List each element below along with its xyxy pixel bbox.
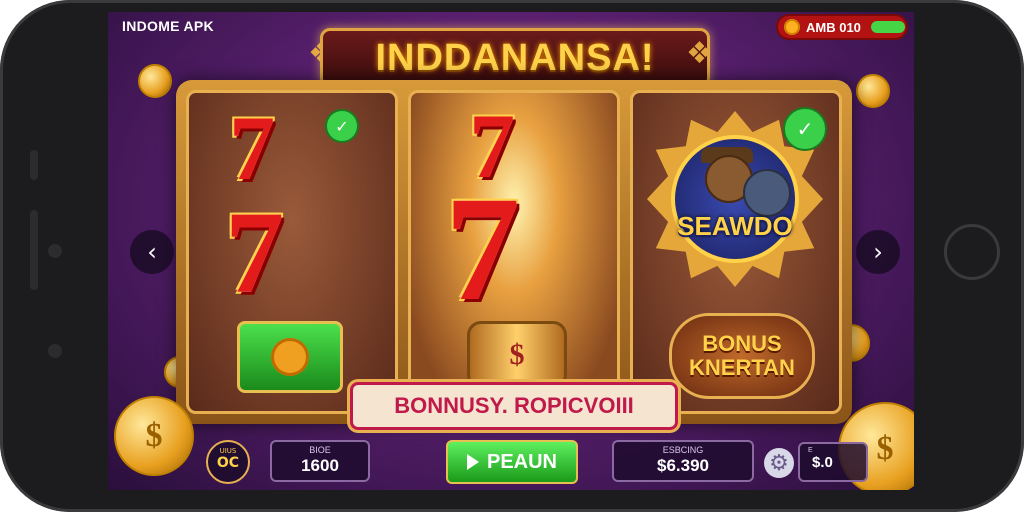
bet-label: BIOE bbox=[309, 445, 331, 455]
game-title: INDDANANSA! bbox=[375, 36, 655, 79]
cash-symbol bbox=[237, 321, 343, 393]
decor-coin bbox=[138, 64, 172, 98]
seven-symbol-big: 7 bbox=[445, 166, 520, 332]
phone-frame: INDOME APK ❖ INDDANANSA! ❖ AMB 010 7 7 ✓… bbox=[0, 0, 1024, 512]
balance-bar bbox=[870, 21, 905, 33]
app-label: INDOME APK bbox=[122, 18, 214, 34]
spin-button[interactable]: PEAUN bbox=[446, 440, 578, 484]
title-wing-right: ❖ bbox=[686, 36, 713, 71]
medal-label: SEAWDO bbox=[677, 211, 793, 241]
coin-icon bbox=[784, 19, 800, 35]
seven-symbol: 7 bbox=[225, 187, 284, 318]
round-counter: UIUS OC bbox=[206, 440, 250, 484]
credit-value: $6.390 bbox=[657, 456, 709, 475]
bet-box[interactable]: BIOE 1600 bbox=[270, 440, 370, 482]
balance-pill[interactable]: AMB 010 bbox=[776, 14, 908, 40]
gear-icon[interactable]: ⚙ bbox=[764, 448, 794, 478]
reel-left: 7 7 ✓ bbox=[186, 90, 398, 414]
gem-icon: ✓ bbox=[783, 107, 827, 151]
gem-icon: ✓ bbox=[325, 109, 359, 143]
play-icon bbox=[466, 454, 479, 470]
spin-label: PEAUN bbox=[486, 450, 557, 473]
volume-down-button[interactable] bbox=[30, 210, 38, 290]
bottom-bar: UIUS OC BIOE 1600 PEAUN ESBCING $6.390 ⚙… bbox=[108, 436, 914, 490]
round-label: UIUS bbox=[219, 447, 237, 455]
home-button[interactable] bbox=[944, 224, 1000, 280]
credit-label: ESBCING bbox=[662, 445, 704, 455]
round-value: OC bbox=[216, 455, 240, 471]
credit-box: ESBCING $6.390 bbox=[612, 440, 754, 482]
game-screen: INDOME APK ❖ INDDANANSA! ❖ AMB 010 7 7 ✓… bbox=[108, 12, 914, 490]
reel-right: SEAWDO ✓ BONUS KNERTAN bbox=[630, 90, 842, 414]
title-banner: INDDANANSA! bbox=[320, 28, 710, 88]
camera-sensor bbox=[48, 244, 62, 258]
medal-core bbox=[671, 135, 799, 263]
decor-coin bbox=[856, 74, 890, 108]
slot-machine: 7 7 ✓ 7 7 $ SEAWDO ✓ BONUS KNERTAN bbox=[176, 80, 852, 424]
bet-value: 1600 bbox=[301, 456, 339, 475]
bonus-line-2: KNERTAN bbox=[689, 355, 795, 380]
proximity-sensor bbox=[48, 344, 62, 358]
balance-label: AMB 010 bbox=[806, 19, 861, 35]
volume-up-button[interactable] bbox=[30, 150, 38, 180]
win-label: E bbox=[808, 447, 813, 454]
promo-text: BONNUSY. ROPICVOIII bbox=[394, 393, 634, 418]
otter-character bbox=[743, 169, 791, 217]
chevron-right-icon[interactable]: › bbox=[856, 230, 900, 274]
win-box: E $.0 bbox=[798, 442, 868, 482]
chevron-left-icon[interactable]: ‹ bbox=[130, 230, 174, 274]
win-value: $.0 bbox=[812, 454, 833, 471]
reel-middle: 7 7 $ bbox=[408, 90, 620, 414]
bonus-plate: BONUS KNERTAN bbox=[669, 313, 815, 399]
bonus-line-1: BONUS bbox=[702, 331, 782, 356]
bonus-cylinder: $ bbox=[467, 321, 567, 389]
promo-banner[interactable]: BONNUSY. ROPICVOIII bbox=[350, 382, 678, 430]
